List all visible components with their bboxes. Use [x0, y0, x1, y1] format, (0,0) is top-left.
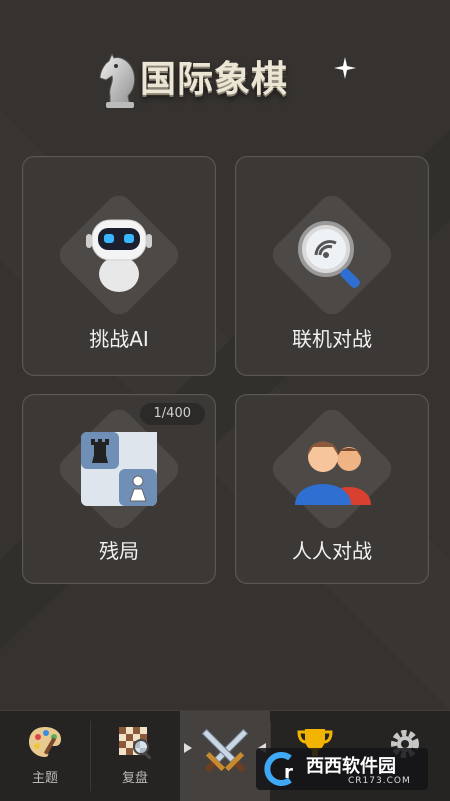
- knight-logo-icon: [99, 52, 136, 108]
- tab-replay-label: 复盘: [121, 771, 148, 786]
- watermark-text: 西西软件园: [306, 756, 396, 777]
- chessboard-icon: [81, 432, 157, 506]
- online-battle-label: 联机对战: [292, 327, 372, 351]
- online-battle-card[interactable]: 联机对战: [235, 156, 429, 376]
- arrow-right-icon: [184, 743, 192, 753]
- search-wifi-icon: [298, 221, 360, 288]
- crossed-swords-icon: [201, 728, 249, 773]
- robot-icon: [86, 219, 152, 292]
- pvp-card[interactable]: 人人对战: [235, 394, 429, 584]
- board-magnifier-icon: [119, 727, 152, 759]
- sparkle-icon: [334, 57, 356, 79]
- pvp-label: 人人对战: [292, 539, 372, 563]
- watermark-logo: r 西西软件园 CR173.COM: [256, 748, 428, 790]
- endgame-card[interactable]: 1/400 残局: [22, 394, 216, 584]
- app-title-reflection: 国际象棋: [140, 69, 289, 88]
- people-icon: [295, 441, 371, 505]
- app-header: 国际象棋 国际象棋: [0, 22, 450, 122]
- challenge-ai-card[interactable]: 挑战AI: [22, 156, 216, 376]
- svg-text:r: r: [284, 762, 293, 783]
- watermark-sub: CR173.COM: [348, 776, 411, 786]
- endgame-label: 残局: [99, 539, 139, 563]
- endgame-progress-badge: 1/400: [139, 403, 205, 425]
- watermark-c-icon: r: [264, 752, 293, 786]
- tab-theme-label: 主题: [31, 771, 58, 786]
- tab-theme[interactable]: 主题: [0, 711, 90, 801]
- challenge-ai-label: 挑战AI: [89, 327, 149, 351]
- palette-icon: [29, 727, 61, 757]
- tab-replay[interactable]: 复盘: [90, 711, 180, 801]
